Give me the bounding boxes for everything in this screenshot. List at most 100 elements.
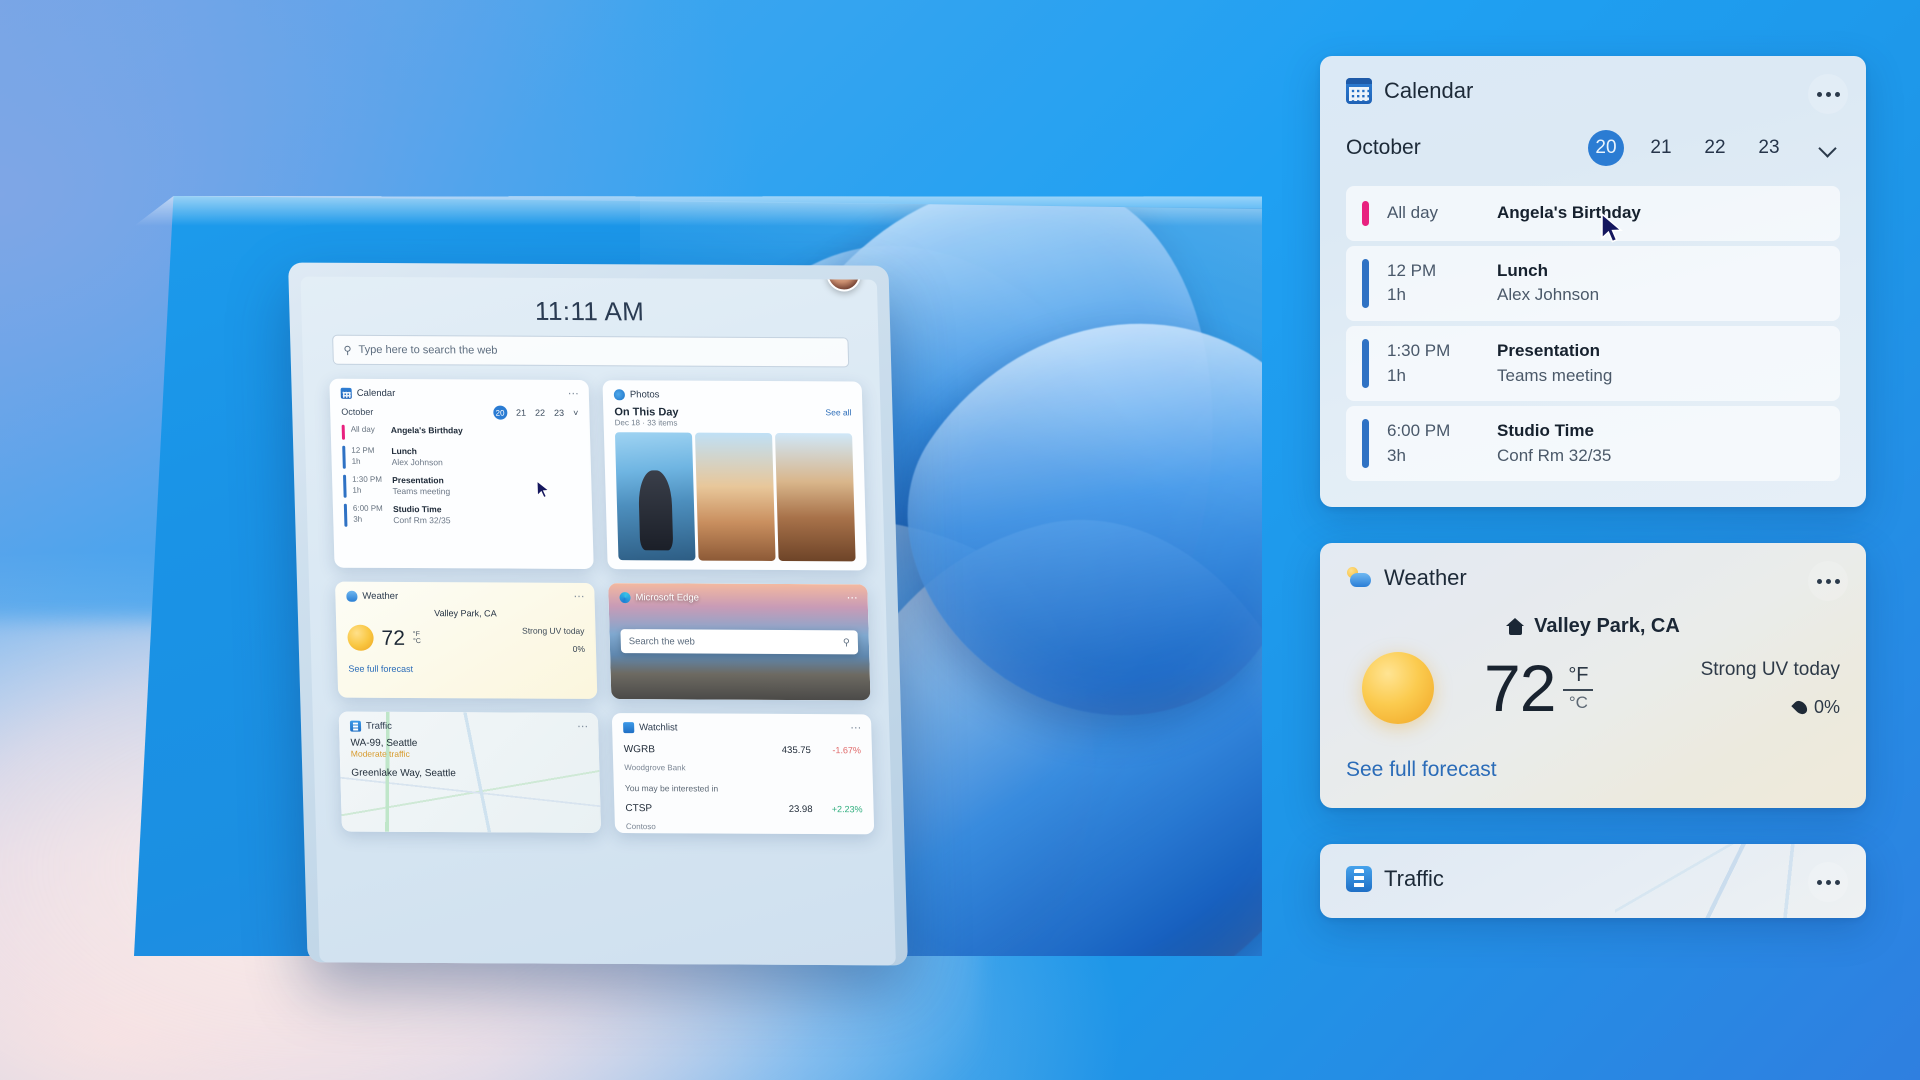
calendar-icon (340, 387, 352, 399)
calendar-day-21[interactable]: 21 (1644, 137, 1678, 159)
laptop-edge-title: Microsoft Edge (635, 592, 700, 604)
photo-thumbnail[interactable] (775, 433, 856, 562)
laptop-event-subtitle: Conf Rm 32/35 (393, 515, 451, 526)
event-subtitle: Alex Johnson (1497, 285, 1600, 305)
sun-icon (1362, 652, 1434, 725)
watchlist-change: -1.67% (832, 745, 862, 756)
calendar-event-row[interactable]: 12 PM 1h Lunch Alex Johnson (1346, 245, 1840, 321)
search-icon[interactable]: ⚲ (843, 637, 850, 648)
laptop-photos-see-all[interactable]: See all (825, 407, 851, 417)
more-options-icon[interactable]: ⋯ (568, 387, 580, 400)
laptop-calendar-day[interactable]: 23 (554, 408, 564, 418)
laptop-widget-watchlist[interactable]: ⋯ Watchlist WGRB Woodgrove Bank 435.75 -… (611, 713, 875, 835)
weather-see-full-forecast-link[interactable]: See full forecast (1346, 758, 1840, 782)
laptop-event-row[interactable]: All day Angela's Birthday (341, 424, 580, 441)
watchlist-change: +2.23% (831, 804, 863, 815)
widget-traffic[interactable]: Traffic (1320, 844, 1866, 919)
laptop-event-subtitle: Alex Johnson (391, 457, 443, 468)
calendar-day-23[interactable]: 23 (1752, 137, 1786, 159)
calendar-event-row[interactable]: 6:00 PM 3h Studio Time Conf Rm 32/35 (1346, 406, 1840, 482)
watchlist-row[interactable]: WGRB Woodgrove Bank 435.75 -1.67% (624, 739, 862, 776)
more-options-icon[interactable]: ⋯ (850, 721, 862, 734)
laptop-traffic-status: Moderate traffic (350, 748, 410, 759)
widget-calendar[interactable]: Calendar October 20 21 22 23 All day Ang… (1320, 56, 1866, 508)
event-color-bar (1362, 258, 1369, 308)
mouse-pointer-icon (1601, 213, 1623, 243)
calendar-event-row[interactable]: 1:30 PM 1h Presentation Teams meeting (1346, 325, 1840, 402)
laptop-calendar-day[interactable]: 21 (516, 408, 526, 418)
laptop-weather-title: Weather (362, 590, 399, 602)
chevron-down-icon[interactable]: ˅ (573, 408, 579, 418)
traffic-more-options-button[interactable] (1808, 862, 1848, 903)
event-title: Presentation (1497, 340, 1600, 360)
laptop-calendar-day-selected[interactable]: 20 (492, 405, 508, 420)
weather-precipitation: 0% (1813, 696, 1840, 717)
event-duration: 1h (1387, 285, 1406, 305)
laptop-event-duration: 1h (351, 456, 361, 466)
laptop-watchlist-title: Watchlist (639, 722, 678, 734)
laptop-event-row[interactable]: 12 PM 1h Lunch Alex Johnson (342, 445, 580, 470)
event-time: 6:00 PM (1387, 421, 1451, 441)
event-subtitle: Teams meeting (1497, 365, 1613, 385)
weather-unit-celsius[interactable]: °C (1569, 693, 1588, 713)
laptop-event-title: Angela's Birthday (390, 425, 463, 436)
unit-divider (1563, 689, 1594, 692)
event-time: 12 PM (1387, 260, 1437, 280)
calendar-title: Calendar (1384, 78, 1474, 103)
photos-icon (613, 389, 626, 401)
laptop-event-title: Studio Time (392, 503, 442, 515)
laptop-widget-traffic[interactable]: ⋯ Traffic WA-99, Seattle Moderate traffi… (338, 711, 602, 833)
photo-thumbnail[interactable] (614, 432, 696, 561)
laptop-event-title: Presentation (392, 474, 444, 486)
laptop-photos-strip (614, 432, 856, 562)
avatar (826, 276, 862, 292)
laptop-widget-calendar[interactable]: ⋯ Calendar October 20 21 22 23 ˅ All day… (329, 378, 594, 570)
photo-thumbnail[interactable] (694, 432, 776, 561)
traffic-light-icon (1346, 866, 1372, 893)
weather-title: Weather (1384, 565, 1467, 591)
weather-icon (346, 590, 358, 602)
laptop-event-duration: 1h (352, 485, 362, 495)
watchlist-icon (623, 722, 635, 734)
laptop-widget-photos[interactable]: Photos On This Day Dec 18 · 33 items See… (602, 380, 867, 571)
watchlist-name: Woodgrove Bank (624, 763, 686, 773)
weather-unit-fahrenheit[interactable]: °F (1568, 664, 1588, 686)
watchlist-row[interactable]: CTSP Contoso 23.98 +2.23% (625, 798, 863, 834)
laptop-edge-search-input[interactable]: Search the web ⚲ (620, 629, 859, 655)
calendar-day-20[interactable]: 20 (1588, 130, 1624, 166)
laptop-widgets-grid: ⋯ Calendar October 20 21 22 23 ˅ All day… (329, 378, 878, 966)
event-color-bar (1362, 338, 1369, 389)
calendar-day-22[interactable]: 22 (1698, 137, 1732, 159)
calendar-event-row[interactable]: All day Angela's Birthday (1346, 186, 1840, 241)
laptop-weather-unit-c[interactable]: °C (413, 638, 421, 645)
calendar-icon (1346, 78, 1372, 104)
laptop-edge-placeholder: Search the web (628, 635, 695, 647)
laptop-weather-unit-f[interactable]: °F (413, 631, 420, 638)
laptop-screen: 11:11 AM ⚲ Type here to search the web ⋯… (300, 276, 896, 966)
water-drop-icon (1791, 698, 1810, 717)
laptop-event-row[interactable]: 6:00 PM 3h Studio Time Conf Rm 32/35 (343, 503, 582, 528)
weather-temperature: 72 (1484, 651, 1556, 726)
laptop-calendar-day[interactable]: 22 (535, 408, 545, 418)
weather-more-options-button[interactable] (1808, 561, 1848, 602)
laptop-widget-weather[interactable]: ⋯ Weather Valley Park, CA 72 °F °C Stron… (334, 581, 598, 699)
laptop-device: 11:11 AM ⚲ Type here to search the web ⋯… (288, 262, 908, 966)
event-duration: 1h (1387, 365, 1406, 385)
laptop-widget-edge[interactable]: ⋯ Microsoft Edge Search the web ⚲ (608, 583, 871, 701)
more-options-icon[interactable]: ⋯ (573, 590, 585, 603)
calendar-more-options-button[interactable] (1808, 74, 1848, 114)
widget-weather[interactable]: Weather Valley Park, CA 72 °F °C Strong … (1320, 543, 1866, 809)
watchlist-value: 23.98 (788, 803, 813, 816)
event-time: 1:30 PM (1387, 340, 1451, 360)
weather-location-text: Valley Park, CA (1534, 615, 1680, 638)
weather-uv-note: Strong UV today (1700, 658, 1840, 680)
watchlist-symbol: CTSP (625, 803, 653, 815)
event-color-bar (1362, 419, 1369, 469)
laptop-weather-forecast-link[interactable]: See full forecast (348, 664, 585, 675)
laptop-weather-uv: Strong UV today (521, 625, 585, 636)
event-color-bar (1362, 201, 1369, 226)
widgets-board: Calendar October 20 21 22 23 All day Ang… (1320, 56, 1866, 919)
chevron-down-icon[interactable] (1818, 138, 1838, 158)
laptop-traffic-route-secondary: Greenlake Way, Seattle (351, 767, 457, 780)
laptop-search-input[interactable]: ⚲ Type here to search the web (332, 334, 850, 368)
